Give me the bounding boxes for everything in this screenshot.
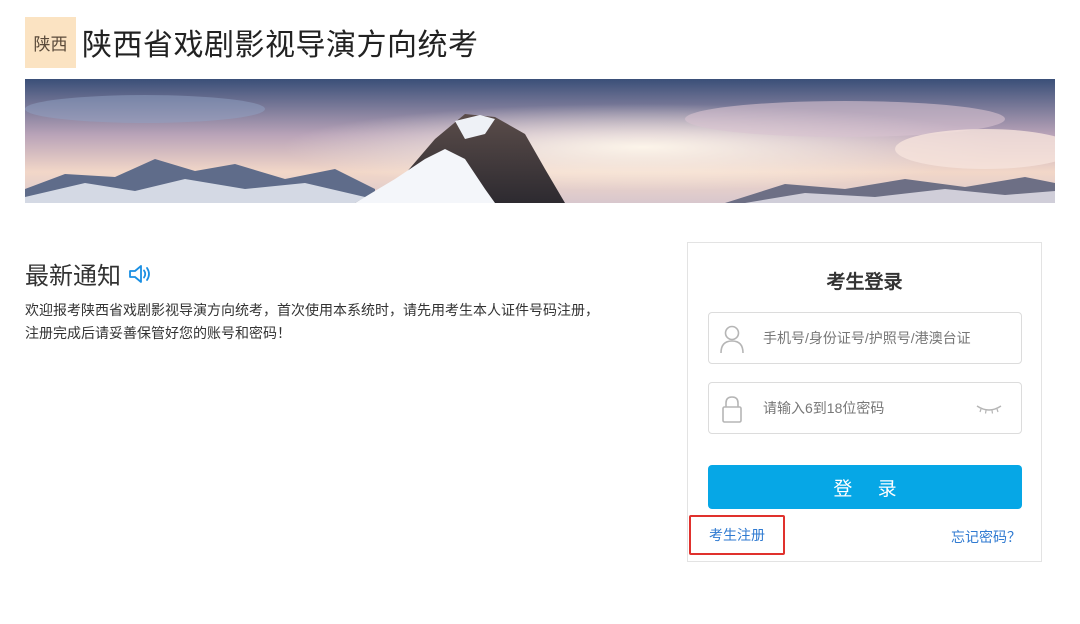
- site-title: 陕西省戏剧影视导演方向统考: [82, 29, 479, 62]
- login-panel: 考生登录 登 录 考生注册 忘: [687, 242, 1042, 562]
- notice-section: 最新通知 欢迎报考陕西省戏剧影视导演方向统考，首次使用本系统时，请先用考生本人证…: [25, 256, 600, 345]
- login-button[interactable]: 登 录: [708, 465, 1022, 509]
- id-field[interactable]: [708, 312, 1022, 364]
- speaker-icon: [127, 262, 153, 286]
- notice-header: 最新通知: [25, 256, 600, 291]
- lock-icon: [719, 394, 745, 424]
- login-title: 考生登录: [826, 272, 903, 293]
- register-link[interactable]: 考生注册: [689, 515, 785, 555]
- id-input[interactable]: [763, 313, 973, 363]
- mountain-banner: [25, 79, 1055, 203]
- eye-closed-icon[interactable]: [975, 402, 1003, 414]
- site-logo: 陕西: [25, 16, 76, 68]
- forgot-password-link[interactable]: 忘记密码？: [951, 527, 1021, 547]
- notice-text: 欢迎报考陕西省戏剧影视导演方向统考，首次使用本系统时，请先用考生本人证件号码注册…: [25, 302, 599, 341]
- site-header: 陕西 陕西省戏剧影视导演方向统考: [25, 16, 479, 68]
- notice-title: 最新通知: [25, 263, 121, 290]
- user-icon: [719, 324, 745, 354]
- password-field[interactable]: [708, 382, 1022, 434]
- password-input[interactable]: [763, 383, 973, 433]
